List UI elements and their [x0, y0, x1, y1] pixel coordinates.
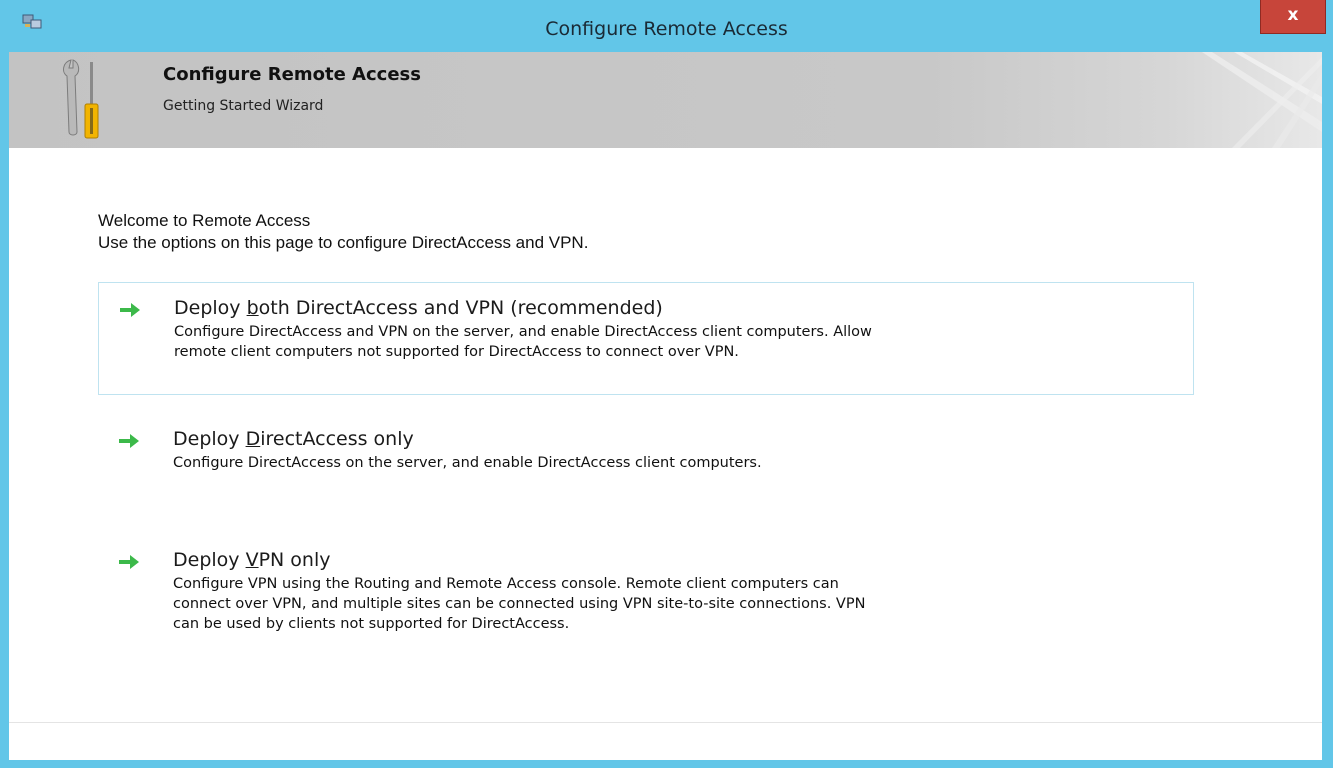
close-button[interactable]: x [1260, 0, 1326, 34]
option-title[interactable]: Deploy DirectAccess only [173, 426, 1194, 452]
welcome-heading: Welcome to Remote Access [98, 211, 311, 230]
wizard-banner: Configure Remote Access Getting Started … [9, 52, 1322, 148]
green-arrow-icon [119, 434, 139, 448]
window-title: Configure Remote Access [545, 18, 788, 40]
wizard-content: Configure Remote Access Getting Started … [9, 52, 1322, 760]
green-arrow-icon [120, 303, 140, 317]
option-description: Configure VPN using the Routing and Remo… [173, 576, 866, 632]
title-bar[interactable]: Configure Remote Access x [0, 0, 1333, 52]
banner-subtitle: Getting Started Wizard [163, 98, 324, 114]
banner-title: Configure Remote Access [163, 64, 421, 85]
option-description: Configure DirectAccess and VPN on the se… [174, 324, 872, 360]
welcome-text: Welcome to Remote Access Use the options… [98, 210, 588, 254]
banner-decoration [1202, 52, 1322, 148]
green-arrow-icon [119, 555, 139, 569]
footer-divider [9, 722, 1322, 723]
wrench-screwdriver-icon [57, 56, 121, 140]
option-title[interactable]: Deploy VPN only [173, 547, 1194, 573]
welcome-instructions: Use the options on this page to configur… [98, 233, 589, 252]
option-description: Configure DirectAccess on the server, an… [173, 455, 762, 471]
option-deploy-vpn[interactable]: Deploy VPN only Configure VPN using the … [98, 535, 1194, 645]
option-title[interactable]: Deploy both DirectAccess and VPN (recomm… [174, 295, 1193, 321]
option-deploy-both[interactable]: Deploy both DirectAccess and VPN (recomm… [98, 282, 1194, 395]
wizard-window: Configure Remote Access x Configure Remo… [0, 0, 1333, 768]
option-deploy-directaccess[interactable]: Deploy DirectAccess only Configure Direc… [98, 414, 1194, 484]
